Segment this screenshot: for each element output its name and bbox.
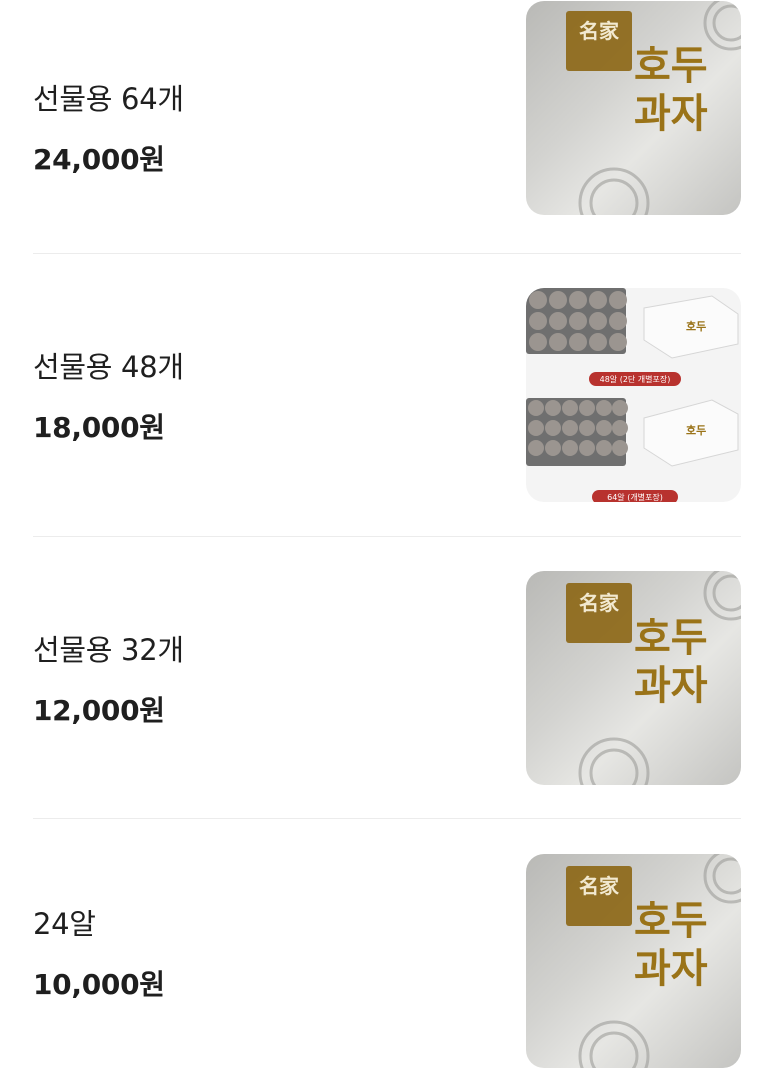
walnut-cake-box-image: 名家 호두 과자 xyxy=(526,570,741,785)
product-info: 선물용 32개 12,000원 xyxy=(33,627,184,729)
product-name: 선물용 32개 xyxy=(33,632,184,667)
svg-text:과자: 과자 xyxy=(634,663,708,709)
product-price: 12,000원 xyxy=(33,693,165,727)
product-price: 18,000원 xyxy=(33,411,165,444)
svg-text:64알 (개별포장): 64알 (개별포장) xyxy=(607,492,663,502)
product-list: 선물용 64개 24,000원 名家 호두 과자 선물용 48개 18,000원… xyxy=(0,0,773,1085)
svg-text:호두: 호두 xyxy=(634,615,708,661)
product-item-24[interactable]: 24알 10,000원 名家 호두 과자 xyxy=(33,819,741,1085)
product-item-64[interactable]: 선물용 64개 24,000원 名家 호두 과자 xyxy=(33,0,741,253)
product-thumbnail[interactable]: 名家 호두 과자 xyxy=(526,0,741,215)
svg-text:名家: 名家 xyxy=(579,591,620,615)
product-price: 10,000원 xyxy=(33,968,165,1001)
product-thumbnail[interactable]: 호두 48알 (2단 개별포장) 호두 64알 (개별포장) xyxy=(526,288,741,502)
svg-text:名家: 名家 xyxy=(579,874,620,898)
product-info: 선물용 48개 18,000원 xyxy=(33,344,184,446)
svg-text:48알 (2단 개별포장): 48알 (2단 개별포장) xyxy=(600,374,671,384)
walnut-cake-box-image: 名家 호두 과자 xyxy=(526,0,741,215)
svg-text:호두: 호두 xyxy=(634,898,708,944)
walnut-cake-package-photo: 호두 48알 (2단 개별포장) 호두 64알 (개별포장) xyxy=(526,288,741,502)
product-info: 선물용 64개 24,000원 xyxy=(33,76,184,178)
svg-text:호두: 호두 xyxy=(686,423,706,437)
product-name: 선물용 48개 xyxy=(33,350,184,384)
product-name: 선물용 64개 xyxy=(33,81,184,116)
product-name: 24알 xyxy=(33,907,96,941)
product-thumbnail[interactable]: 名家 호두 과자 xyxy=(526,570,741,785)
svg-text:호두: 호두 xyxy=(634,43,708,89)
svg-text:과자: 과자 xyxy=(634,946,708,992)
svg-text:名家: 名家 xyxy=(579,19,620,43)
product-info: 24알 10,000원 xyxy=(33,901,165,1003)
walnut-cake-box-image: 名家 호두 과자 xyxy=(526,854,741,1068)
product-item-48[interactable]: 선물용 48개 18,000원 호두 48알 (2단 개별포장) 호두 64알 … xyxy=(33,254,741,536)
product-item-32[interactable]: 선물용 32개 12,000원 名家 호두 과자 xyxy=(33,537,741,818)
product-price: 24,000원 xyxy=(33,142,165,176)
product-thumbnail[interactable]: 名家 호두 과자 xyxy=(526,854,741,1068)
svg-text:호두: 호두 xyxy=(686,319,706,333)
svg-text:과자: 과자 xyxy=(634,91,708,137)
